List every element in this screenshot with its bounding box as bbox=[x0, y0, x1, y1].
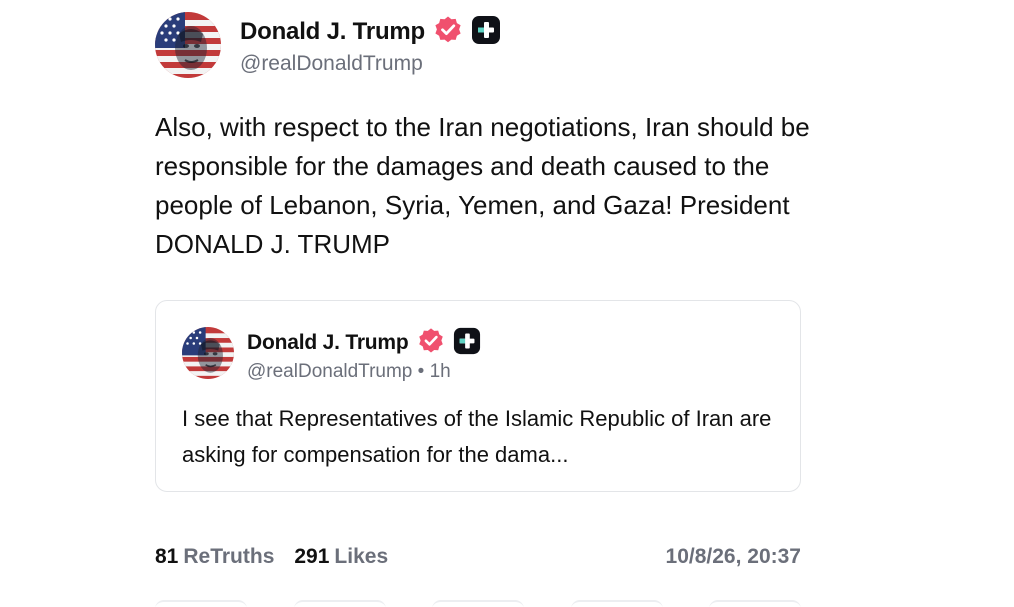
quoted-author-avatar[interactable] bbox=[182, 327, 234, 379]
plus-badge-icon bbox=[453, 327, 481, 360]
action-button-edge bbox=[155, 600, 247, 607]
action-button-edge bbox=[293, 600, 386, 607]
quoted-author-display-name[interactable]: Donald J. Trump bbox=[247, 331, 409, 355]
retruths-label: ReTruths bbox=[183, 545, 275, 568]
verified-badge-icon bbox=[433, 15, 463, 50]
quoted-author-name-row: Donald J. Trump bbox=[247, 327, 481, 359]
author-name-row: Donald J. Trump bbox=[240, 14, 501, 50]
action-button-edge bbox=[570, 600, 663, 607]
author-display-name[interactable]: Donald J. Trump bbox=[240, 18, 425, 46]
post-text: Also, with respect to the Iran negotiati… bbox=[155, 112, 810, 259]
likes-count: 291 bbox=[294, 545, 330, 568]
likes-label: Likes bbox=[334, 545, 389, 568]
quoted-author-meta: @realDonaldTrump • 1h bbox=[247, 361, 451, 383]
truth-post-page: Donald J. Trump @realDonaldTrump Also, w… bbox=[0, 0, 1014, 607]
retruths-count: 81 bbox=[155, 545, 179, 568]
post-timestamp[interactable]: 10/8/26, 20:37 bbox=[666, 545, 801, 569]
post-stats: 81 ReTruths 291 Likes bbox=[155, 545, 408, 569]
action-button-edge bbox=[709, 600, 801, 607]
action-button-edge bbox=[432, 600, 524, 607]
verified-badge-icon bbox=[417, 327, 445, 360]
author-avatar[interactable] bbox=[155, 12, 221, 78]
retruths-stat[interactable]: 81 ReTruths bbox=[155, 545, 274, 569]
quoted-post-text: I see that Representatives of the Islami… bbox=[182, 406, 772, 467]
quoted-author-handle[interactable]: @realDonaldTrump bbox=[247, 361, 412, 382]
quoted-post-card[interactable]: Donald J. Trump @realDonaldTrump • 1h I … bbox=[155, 300, 801, 492]
meta-separator: • bbox=[417, 361, 425, 382]
author-handle[interactable]: @realDonaldTrump bbox=[240, 52, 423, 76]
likes-stat[interactable]: 291 Likes bbox=[294, 545, 388, 569]
action-bar-edge bbox=[155, 600, 801, 607]
quoted-post-age: 1h bbox=[429, 361, 451, 382]
plus-badge-icon bbox=[471, 15, 501, 50]
